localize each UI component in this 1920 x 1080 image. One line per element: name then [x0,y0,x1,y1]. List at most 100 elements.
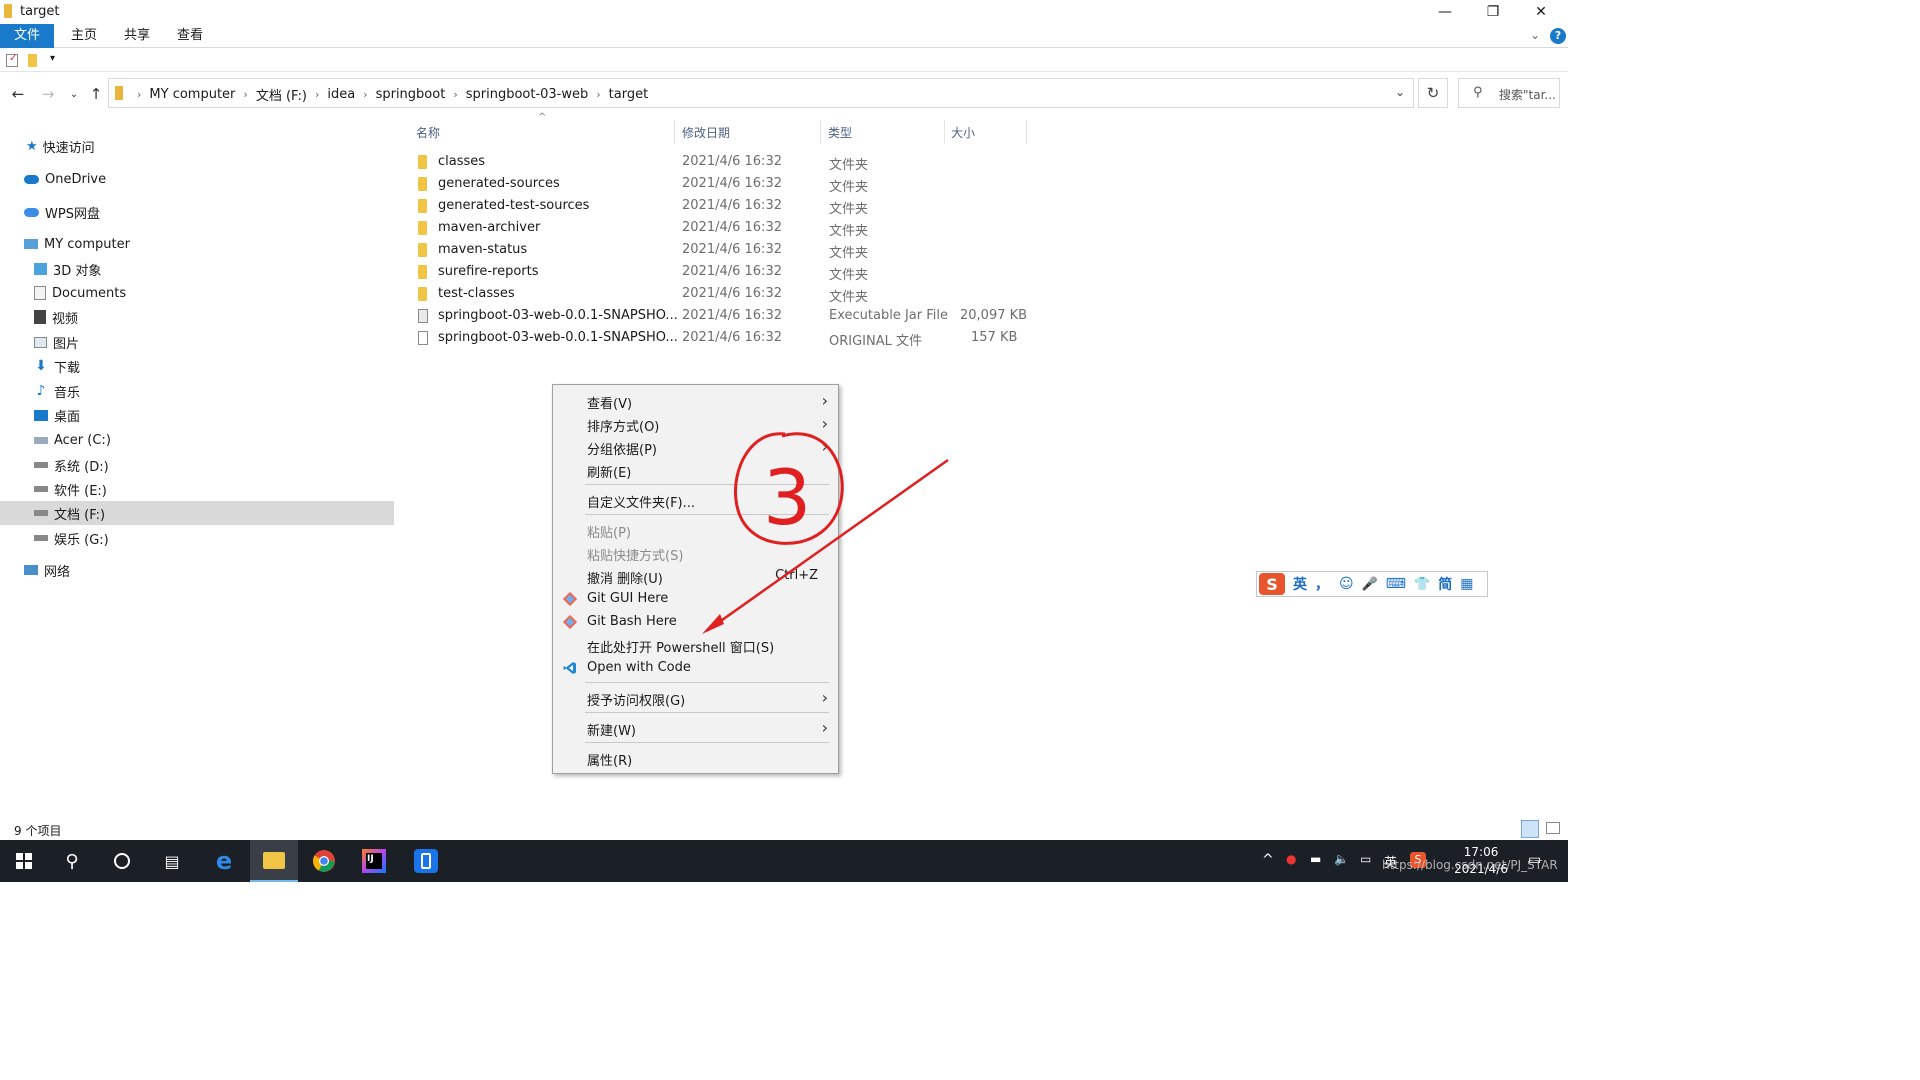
menu-item-give-access[interactable]: 授予访问权限(G) › [553,687,838,709]
properties-icon[interactable]: ✓ [6,53,18,67]
cortana-icon[interactable] [98,840,146,882]
sidebar-item-drive-d[interactable]: 系统 (D:) [0,453,394,477]
minimize-button[interactable]: — [1422,0,1468,24]
column-divider[interactable] [674,120,675,144]
menu-item-properties[interactable]: 属性(R) [553,747,838,769]
qq-icon[interactable]: ● [1286,852,1296,866]
keyboard-icon[interactable]: ⌨ [1386,576,1406,592]
sidebar-item-videos[interactable]: 视频 [0,305,394,329]
tab-share[interactable]: 共享 [110,24,164,48]
sidebar-item-drive-f[interactable]: 文档 (F:) [0,501,394,525]
breadcrumb-item[interactable]: target [609,87,649,102]
sidebar-item-quick-access[interactable]: ★ 快速访问 [0,134,394,158]
chevron-right-icon[interactable]: › [243,88,247,101]
sidebar-item-3d-objects[interactable]: 3D 对象 [0,257,394,281]
file-explorer-icon[interactable] [250,840,298,882]
forward-icon[interactable]: → [38,84,58,104]
new-folder-icon[interactable] [28,54,37,67]
cloud-icon [24,207,39,217]
skin-icon[interactable]: 👕 [1414,577,1430,592]
sidebar-item-drive-g[interactable]: 娱乐 (G:) [0,526,394,550]
column-header-date[interactable]: 修改日期 [682,122,730,144]
intellij-idea-icon[interactable]: IJ [350,840,398,882]
tab-view[interactable]: 查看 [163,24,217,48]
recent-locations-icon[interactable]: ⌄ [64,84,84,104]
sidebar-item-documents[interactable]: Documents [0,281,394,305]
customize-qat-icon[interactable]: ▾ [50,53,55,64]
address-dropdown-icon[interactable]: ⌄ [1395,85,1405,99]
chevron-right-icon[interactable]: › [137,88,141,101]
column-divider[interactable] [1026,120,1027,144]
refresh-button[interactable]: ↻ [1418,78,1448,108]
breadcrumb-item[interactable]: idea [327,87,355,102]
column-divider[interactable] [820,120,821,144]
sidebar-item-downloads[interactable]: ⬇ 下载 [0,354,394,378]
task-view-icon[interactable]: ▤ [148,840,196,882]
microphone-icon[interactable]: 🎤 [1362,577,1378,592]
tab-file[interactable]: 文件 [0,24,55,48]
chevron-right-icon[interactable]: › [363,88,367,101]
chevron-right-icon[interactable]: › [453,88,457,101]
file-row[interactable]: classes 2021/4/6 16:32 文件夹 [412,151,1032,173]
ime-language[interactable]: 英 [1293,574,1307,594]
notifications-icon[interactable]: ▭ [1528,852,1541,868]
restore-button[interactable]: ❐ [1470,0,1516,24]
ime-punctuation[interactable]: ， [1315,574,1329,594]
sidebar-item-label: 网络 [44,564,71,580]
sidebar-item-network[interactable]: 网络 [0,558,394,582]
breadcrumb-item[interactable]: springboot-03-web [466,87,589,102]
volume-icon[interactable]: 🔈 [1334,852,1349,866]
file-row[interactable]: surefire-reports 2021/4/6 16:32 文件夹 [412,261,1032,283]
sogou-logo-icon[interactable]: S [1259,573,1285,595]
column-header-size[interactable]: 大小 [951,122,975,144]
folder-icon [418,177,427,191]
file-row[interactable]: springboot-03-web-0.0.1-SNAPSHO... 2021/… [412,327,1032,349]
sidebar-item-desktop[interactable]: 桌面 [0,403,394,427]
sidebar-item-pictures[interactable]: 图片 [0,330,394,354]
menu-item-open-with-code[interactable]: Open with Code [553,657,838,679]
network-tray-icon[interactable]: ▭ [1360,852,1371,866]
file-row[interactable]: maven-status 2021/4/6 16:32 文件夹 [412,239,1032,261]
search-input[interactable]: ⚲ 搜索"tar... [1458,78,1560,108]
menu-item-new[interactable]: 新建(W) › [553,717,838,739]
chrome-icon[interactable] [300,840,348,882]
column-header-name[interactable]: 名称 [416,122,440,144]
toolbox-icon[interactable]: ▦ [1460,576,1473,592]
details-view-icon[interactable] [1521,820,1539,838]
file-row[interactable]: generated-sources 2021/4/6 16:32 文件夹 [412,173,1032,195]
file-row[interactable]: maven-archiver 2021/4/6 16:32 文件夹 [412,217,1032,239]
help-icon[interactable]: ? [1550,28,1566,44]
file-row[interactable]: springboot-03-web-0.0.1-SNAPSHO... 2021/… [412,305,1032,327]
show-hidden-icons[interactable]: ^ [1262,852,1274,868]
start-button[interactable] [0,840,48,882]
file-row[interactable]: generated-test-sources 2021/4/6 16:32 文件… [412,195,1032,217]
phone-app-icon[interactable] [402,840,450,882]
ime-simplified[interactable]: 简 [1438,574,1452,594]
battery-icon[interactable]: ▬ [1310,852,1321,866]
column-header-type[interactable]: 类型 [828,122,852,144]
sidebar-item-drive-c[interactable]: Acer (C:) [0,428,394,452]
sidebar-item-music[interactable]: ♪ 音乐 [0,379,394,403]
menu-item-view[interactable]: 查看(V) › [553,390,838,412]
back-icon[interactable]: ← [8,84,28,104]
close-button[interactable]: ✕ [1518,0,1564,24]
breadcrumb-item[interactable]: springboot [376,87,446,102]
chevron-right-icon[interactable]: › [315,88,319,101]
sidebar-item-onedrive[interactable]: OneDrive [0,167,394,191]
sidebar-item-wps[interactable]: WPS网盘 [0,200,394,224]
breadcrumb-item[interactable]: MY computer [149,87,235,102]
breadcrumb-item[interactable]: 文档 (F:) [256,85,307,104]
search-icon[interactable]: ⚲ [48,840,96,882]
sidebar-item-my-computer[interactable]: MY computer [0,232,394,256]
edge-icon[interactable]: e [200,840,248,882]
file-row[interactable]: test-classes 2021/4/6 16:32 文件夹 [412,283,1032,305]
chevron-right-icon[interactable]: › [596,88,600,101]
large-icons-view-icon[interactable] [1546,822,1560,834]
tab-home[interactable]: 主页 [57,24,111,48]
emoji-icon[interactable]: ☺ [1339,576,1354,592]
sidebar-item-drive-e[interactable]: 软件 (E:) [0,477,394,501]
ribbon-expand-icon[interactable]: ⌄ [1530,28,1540,42]
column-divider[interactable] [944,120,945,144]
up-icon[interactable]: ↑ [86,84,106,104]
address-bar[interactable]: › MY computer › 文档 (F:) › idea › springb… [108,78,1414,108]
